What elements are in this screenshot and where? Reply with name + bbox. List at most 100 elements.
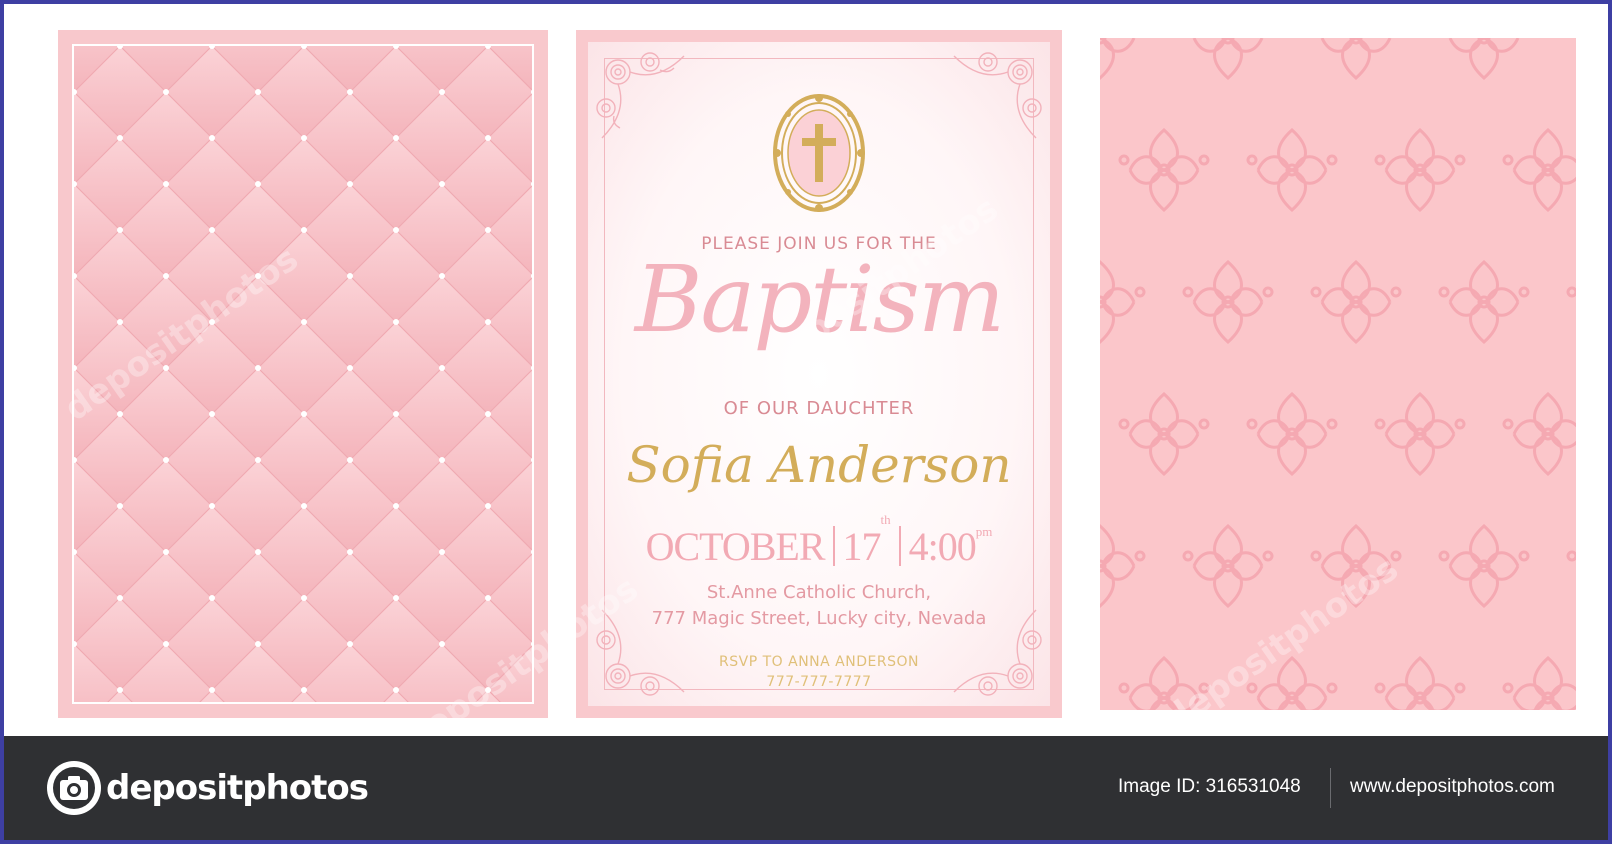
quilt-button [393,687,399,693]
quilt-button [209,503,215,509]
damask-motif [1566,550,1576,562]
quilt-button [347,549,353,555]
site-link[interactable]: www.depositphotos.com [1350,776,1555,798]
quilt-button [347,89,353,95]
damask-motif [1100,259,1146,345]
invitation-paper: PLEASE JOIN US FOR THE Baptism OF OUR DA… [588,42,1050,706]
quilt-button [301,503,307,509]
quilt-button [117,319,123,325]
damask-motif [1320,38,1392,81]
quilt-button [117,595,123,601]
invitation-title: Baptism [634,246,1005,353]
quilt-button [163,273,169,279]
quilted-card [58,30,548,718]
quilt-button [485,135,491,141]
quilted-pattern [72,44,534,704]
quilt-button [163,89,169,95]
camera-icon [47,761,101,815]
invitation-relation: OF OUR DAUCHTER [723,398,915,419]
quilt-button [301,411,307,417]
quilt-button [485,503,491,509]
quilt-button [485,595,491,601]
footer-divider [1330,768,1331,808]
quilt-button [117,687,123,693]
quilt-button [439,641,445,647]
image-frame: PLEASE JOIN US FOR THE Baptism OF OUR DA… [4,4,1608,840]
footer-bar: depositphotos Image ID: 316531048 www.de… [4,736,1608,840]
quilt-button [117,227,123,233]
quilt-button [117,135,123,141]
event-time-suffix: pm [975,524,993,539]
quilt-button [255,181,261,187]
floral-corner-top-right [953,52,1042,139]
damask-motif [1502,655,1576,710]
quilt-button [347,641,353,647]
quilt-button [255,641,261,647]
quilt-button [485,411,491,417]
damask-pattern-svg [1100,38,1576,710]
damask-motif [1100,38,1136,81]
floral-corner-top-left [596,52,685,139]
quilt-button [347,457,353,463]
quilt-button [439,273,445,279]
damask-motif [1182,259,1274,345]
quilt-button [301,687,307,693]
quilt-button [439,365,445,371]
church-address: 777 Magic Street, Lucky city, Nevada [651,608,987,629]
damask-motif [1246,391,1338,477]
damask-motif [1568,38,1576,78]
quilt-button [347,181,353,187]
quilt-button [485,227,491,233]
event-month: OCTOBER [645,523,826,569]
quilt-button [255,549,261,555]
damask-motif [1438,259,1530,345]
event-date-time: OCTOBER 17th 4:00pm [588,512,1050,570]
quilt-button [393,227,399,233]
damask-motif [1310,523,1402,609]
quilt-pattern-svg [74,46,532,702]
quilt-button [393,135,399,141]
damask-motif [1182,523,1274,609]
quilt-button [301,319,307,325]
time-separator [898,526,901,567]
quilt-button [163,641,169,647]
quilt-button [301,595,307,601]
quilt-button [393,503,399,509]
damask-motif [1374,391,1466,477]
church-name: St.Anne Catholic Church, [706,582,932,603]
damask-motif [1438,523,1530,609]
quilt-button [163,549,169,555]
event-time: 4:00 [908,523,977,569]
quilt-button [255,457,261,463]
quilt-button [163,181,169,187]
damask-motif [1100,523,1146,609]
rsvp-line: RSVP TO ANNA ANDERSON [719,654,919,670]
damask-motif [1566,286,1576,298]
brand-name: depositphotos [106,768,369,808]
quilt-button [301,135,307,141]
quilt-button [347,365,353,371]
quilt-button [393,411,399,417]
date-separator [832,526,835,567]
quilt-button [255,273,261,279]
cross-icon [773,94,865,212]
quilt-button [117,411,123,417]
damask-motif [1374,127,1466,213]
invitation-card: PLEASE JOIN US FOR THE Baptism OF OUR DA… [576,30,1062,718]
rsvp-phone: 777-777-7777 [766,674,872,690]
quilt-button [209,411,215,417]
quilt-button [209,135,215,141]
quilt-button [117,503,123,509]
quilt-button [209,227,215,233]
quilt-button [439,89,445,95]
quilt-button [209,595,215,601]
child-name: Sofia Anderson [626,436,1012,494]
quilt-button [485,687,491,693]
quilt-button [163,365,169,371]
quilt-button [255,89,261,95]
damask-motif [1118,127,1210,213]
quilt-button [301,227,307,233]
damask-motif [1374,655,1466,710]
damask-motif [1502,127,1576,213]
damask-motif [1192,38,1264,81]
